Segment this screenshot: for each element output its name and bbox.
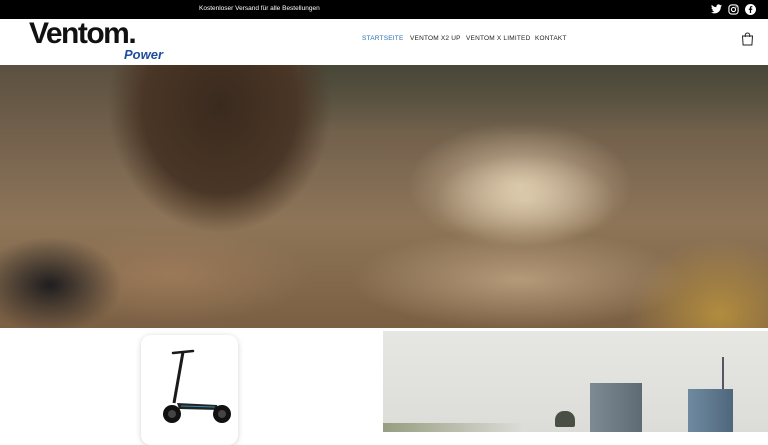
nav-item-startseite[interactable]: STARTSEITE bbox=[362, 35, 404, 42]
product-card[interactable] bbox=[141, 335, 238, 445]
hero-foliage bbox=[300, 65, 768, 135]
announcement-text: Kostenloser Versand für alle Bestellunge… bbox=[199, 5, 320, 12]
facebook-icon[interactable] bbox=[744, 3, 756, 15]
logo-wordmark: Ventom. bbox=[29, 17, 137, 50]
hero-sunlit-path bbox=[400, 140, 650, 260]
photo-rider-helmet bbox=[555, 411, 575, 427]
photo-building bbox=[688, 389, 733, 432]
nav-item-ventom-x2-up[interactable]: VENTOM X2 UP bbox=[410, 35, 461, 42]
logo-tagline: Power bbox=[124, 47, 164, 62]
instagram-icon[interactable] bbox=[727, 3, 739, 15]
scooter-image bbox=[163, 349, 231, 423]
photo-building bbox=[590, 383, 642, 432]
lifestyle-image bbox=[383, 331, 768, 432]
hero-image bbox=[0, 65, 768, 328]
site-header: Ventom. Power STARTSEITE VENTOM X2 UP VE… bbox=[0, 19, 768, 65]
photo-grass bbox=[383, 423, 523, 432]
twitter-icon[interactable] bbox=[710, 3, 722, 15]
hero-foreground-shadow bbox=[0, 215, 160, 328]
photo-antenna bbox=[722, 357, 724, 391]
nav-item-ventom-x-limited[interactable]: VENTOM X LIMITED bbox=[466, 35, 530, 42]
shopping-bag-icon[interactable] bbox=[741, 32, 755, 46]
nav-item-kontakt[interactable]: KONTAKT bbox=[535, 35, 567, 42]
